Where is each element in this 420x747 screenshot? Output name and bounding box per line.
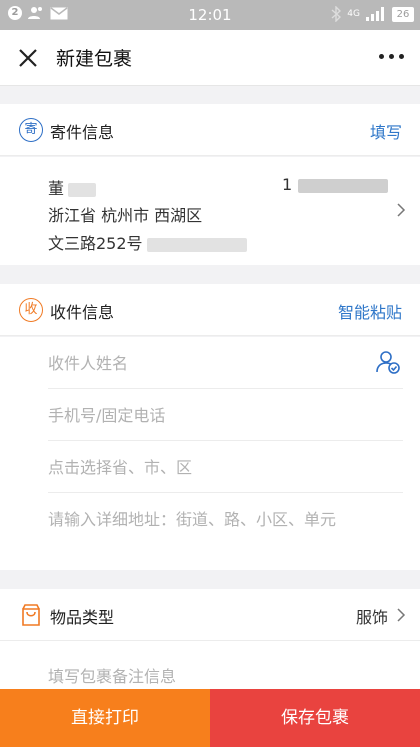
receiver-phone-input[interactable]	[48, 389, 368, 441]
receiver-region-select[interactable]	[48, 441, 368, 493]
redacted-text	[298, 178, 389, 193]
receiver-phone-row	[48, 389, 403, 441]
receiver-region-row[interactable]	[48, 441, 403, 493]
sender-address: 文三路252号	[48, 234, 143, 253]
receiver-address-row	[48, 493, 403, 545]
sender-section-title: 寄件信息	[50, 123, 115, 142]
save-button[interactable]: 保存包裹	[210, 689, 420, 747]
more-icon[interactable]	[379, 54, 404, 59]
smart-paste-link[interactable]: 智能粘贴	[338, 299, 402, 323]
sender-name: 董	[48, 179, 65, 198]
receiver-name-input[interactable]	[48, 337, 368, 389]
receiver-name-row	[48, 337, 403, 389]
contact-book-icon[interactable]	[375, 349, 401, 375]
receiver-section-title: 收件信息	[50, 303, 115, 322]
sender-section-header: 寄 寄件信息 填写	[0, 104, 420, 156]
receiver-section-header: 收 收件信息 智能粘贴	[0, 284, 420, 336]
goods-type-title: 物品类型	[50, 608, 115, 627]
goods-type-row[interactable]: 物品类型 服饰	[0, 589, 420, 641]
sender-region: 浙江省 杭州市 西湖区	[48, 206, 203, 225]
remark-row	[0, 641, 420, 689]
chevron-right-icon	[397, 608, 406, 622]
remark-input[interactable]	[48, 663, 398, 689]
status-bar: 2 12:01 4G 26	[0, 0, 420, 30]
redacted-text	[146, 237, 247, 252]
nav-bar: 新建包裹	[0, 30, 420, 86]
print-button[interactable]: 直接打印	[0, 689, 210, 747]
chevron-right-icon	[397, 203, 406, 217]
sender-address-line: 文三路252号	[48, 230, 247, 254]
receiver-form	[0, 337, 420, 570]
sender-fill-link[interactable]: 填写	[370, 119, 402, 143]
sender-phone: 1	[282, 175, 293, 194]
bottom-action-bar: 直接打印 保存包裹	[0, 689, 420, 747]
send-icon: 寄	[19, 118, 43, 142]
redacted-text	[68, 182, 97, 197]
goods-type-value: 服饰	[355, 608, 388, 627]
page-title: 新建包裹	[56, 48, 133, 70]
shopping-bag-icon	[22, 604, 40, 626]
battery-indicator: 26	[392, 6, 414, 22]
bluetooth-icon	[331, 6, 342, 22]
receiver-address-input[interactable]	[48, 493, 368, 545]
receive-icon: 收	[19, 298, 43, 322]
close-icon[interactable]	[16, 46, 40, 70]
sender-phone-line: 1	[282, 175, 389, 194]
signal-icon	[366, 7, 384, 21]
network-type: 4G	[347, 9, 360, 19]
sender-info-card[interactable]: 董 1 浙江省 杭州市 西湖区 文三路252号	[0, 157, 420, 265]
sender-name-line: 董	[48, 175, 97, 199]
status-right: 4G 26	[331, 6, 414, 22]
